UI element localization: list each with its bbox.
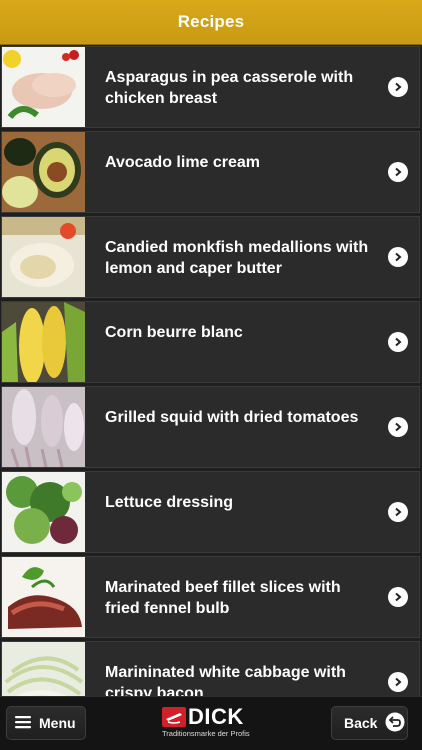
recipe-list[interactable]: Asparagus in pea casserole with chicken … (0, 45, 422, 696)
monkfish-photo (2, 217, 85, 297)
back-label: Back (344, 715, 378, 731)
header-bar: Recipes (0, 0, 422, 45)
chevron-right-icon[interactable] (388, 162, 408, 182)
recipe-title: Avocado lime cream (105, 154, 261, 171)
undo-arrow-icon (385, 712, 405, 735)
menu-button[interactable]: Menu (6, 706, 86, 740)
recipe-item-asparagus[interactable]: Asparagus in pea casserole with chicken … (1, 46, 420, 128)
cabbage-photo (2, 642, 85, 696)
squid-photo (2, 387, 85, 467)
chevron-right-icon[interactable] (388, 672, 408, 692)
hamburger-icon (15, 715, 31, 732)
chevron-right-icon[interactable] (388, 77, 408, 97)
recipe-title: Marininated white cabbage with crispy ba… (105, 664, 346, 696)
recipe-item-beef-fillet[interactable]: Marinated beef fillet slices with fried … (1, 556, 420, 638)
brand-tagline: Traditionsmarke der Profis (162, 729, 250, 738)
corn-photo (2, 302, 85, 382)
recipe-title: Asparagus in pea casserole with chicken … (105, 69, 354, 107)
recipe-title: Corn beurre blanc (105, 324, 243, 341)
chicken-breast-photo (2, 47, 85, 127)
chevron-right-icon[interactable] (388, 417, 408, 437)
chevron-right-icon[interactable] (388, 332, 408, 352)
brand-name: DICK (188, 704, 244, 729)
recipe-item-lettuce[interactable]: Lettuce dressing (1, 471, 420, 553)
recipe-item-white-cabbage[interactable]: Marininated white cabbage with crispy ba… (1, 641, 420, 696)
recipe-title: Marinated beef fillet slices with fried … (105, 579, 341, 617)
chevron-right-icon[interactable] (388, 587, 408, 607)
avocado-photo (2, 132, 85, 212)
recipe-item-squid[interactable]: Grilled squid with dried tomatoes (1, 386, 420, 468)
back-button[interactable]: Back (331, 706, 408, 740)
footer-toolbar: Menu DICK Traditionsmarke der Profis Bac… (0, 696, 422, 750)
recipe-title: Grilled squid with dried tomatoes (105, 409, 359, 426)
recipe-item-corn[interactable]: Corn beurre blanc (1, 301, 420, 383)
beef-fillet-photo (2, 557, 85, 637)
chevron-right-icon[interactable] (388, 247, 408, 267)
recipe-title: Lettuce dressing (105, 494, 234, 511)
app-window: Recipes Asparagus in pea casserole with … (0, 0, 422, 750)
recipe-title: Candied monkfish medallions with lemon a… (105, 239, 369, 277)
menu-label: Menu (39, 715, 76, 731)
brand-logo: DICK Traditionsmarke der Profis (162, 704, 262, 741)
chevron-right-icon[interactable] (388, 502, 408, 522)
recipe-item-monkfish[interactable]: Candied monkfish medallions with lemon a… (1, 216, 420, 298)
recipe-item-avocado[interactable]: Avocado lime cream (1, 131, 420, 213)
lettuce-photo (2, 472, 85, 552)
page-title: Recipes (177, 12, 245, 31)
